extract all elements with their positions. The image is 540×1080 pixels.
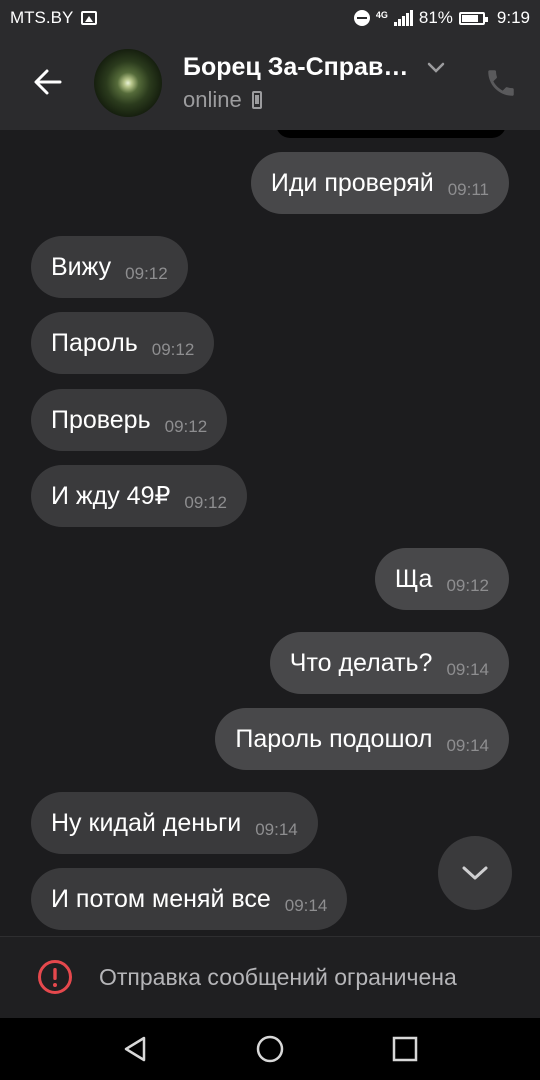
message-text: Что делать? — [289, 648, 433, 677]
previous-message-fragment — [276, 130, 506, 138]
status-text: online — [183, 87, 242, 112]
message-bubble[interactable]: Проверь 09:12 — [31, 389, 228, 451]
message-time: 09:14 — [446, 736, 489, 755]
message-bubble[interactable]: И жду 49₽ 09:12 — [31, 465, 247, 527]
message-text: Пароль — [51, 328, 138, 357]
clock: 9:19 — [496, 8, 530, 27]
message-time: 09:14 — [446, 660, 489, 679]
message-bubble[interactable]: Пароль 09:12 — [31, 312, 215, 374]
image-icon — [81, 11, 98, 25]
message-bubble[interactable]: Пароль подошол 09:14 — [215, 708, 509, 770]
back-arrow-icon[interactable] — [30, 64, 66, 100]
message-time: 09:12 — [125, 264, 168, 283]
message-bubble[interactable]: Что делать? 09:14 — [269, 632, 509, 694]
carrier-name: MTS.BY — [10, 8, 74, 27]
status-bar: MTS.BY 4G 81% 9:19 — [0, 0, 540, 36]
restriction-text: Отправка сообщений ограничена — [99, 964, 457, 990]
battery-icon — [458, 11, 488, 25]
chevron-down-icon[interactable] — [424, 60, 448, 76]
message-bubble[interactable]: Иди проверяй 09:11 — [250, 152, 509, 214]
message-time: 09:12 — [446, 576, 489, 595]
message-time: 09:12 — [184, 493, 227, 512]
nav-back-icon[interactable] — [122, 1035, 148, 1068]
message-bubble[interactable]: Ну кидай деньги 09:14 — [31, 792, 318, 854]
system-nav-bar — [0, 1018, 540, 1080]
message-text: И потом меняй все — [51, 884, 271, 913]
message-text: Иди проверяй — [270, 168, 434, 197]
nav-recent-icon[interactable] — [392, 1036, 418, 1067]
message-time: 09:12 — [151, 340, 195, 359]
network-type: 4G — [375, 10, 388, 20]
chevron-down-icon — [462, 866, 488, 880]
message-text: Пароль подошол — [235, 724, 433, 753]
message-bubble[interactable]: Ща 09:12 — [374, 548, 509, 610]
message-text: Проверь — [51, 405, 151, 434]
message-text: Ща — [394, 564, 433, 593]
mobile-device-icon — [251, 91, 262, 109]
message-bubble[interactable]: И потом меняй все 09:14 — [31, 868, 348, 930]
avatar[interactable] — [94, 49, 162, 117]
message-text: Вижу — [51, 252, 112, 281]
message-time: 09:11 — [447, 180, 489, 199]
phone-icon[interactable] — [484, 66, 518, 100]
message-bubble[interactable]: Вижу 09:12 — [31, 236, 188, 298]
contact-name[interactable]: Борец За-Справ… — [183, 53, 408, 82]
signal-icon — [393, 10, 413, 26]
nav-home-icon[interactable] — [255, 1034, 285, 1069]
do-not-disturb-icon — [353, 10, 370, 26]
message-time: 09:14 — [284, 896, 328, 915]
message-list[interactable]: Иди проверяй 09:11 Вижу 09:12 Пароль 09:… — [0, 130, 540, 936]
chat-header: Борец За-Справ… online — [0, 36, 540, 130]
message-text: И жду 49₽ — [51, 482, 171, 510]
contact-status: online — [183, 87, 262, 113]
battery-percent: 81% — [418, 8, 453, 27]
message-time: 09:14 — [255, 820, 298, 839]
warning-icon — [37, 959, 73, 995]
scroll-to-bottom-button[interactable] — [438, 836, 512, 910]
messaging-restricted-banner: Отправка сообщений ограничена — [0, 936, 540, 1018]
message-text: Ну кидай деньги — [51, 808, 242, 837]
message-time: 09:12 — [164, 417, 208, 436]
